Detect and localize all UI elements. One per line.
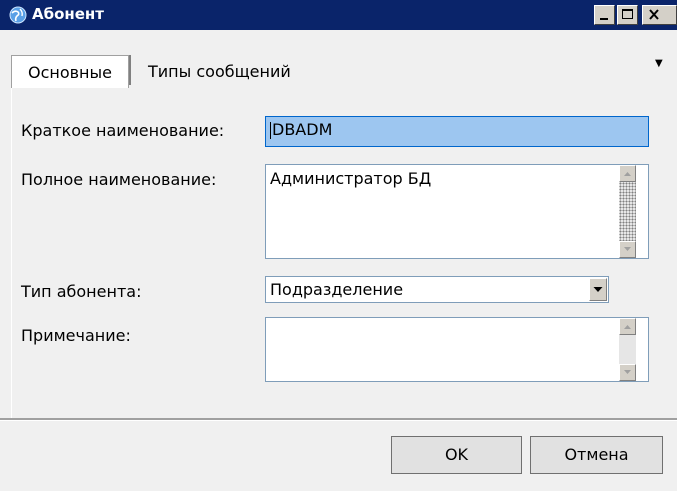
maximize-button[interactable] [617, 5, 638, 25]
short-name-label: Краткое наименование: [21, 121, 225, 140]
scroll-track[interactable] [619, 335, 636, 364]
short-name-value: DBADM [272, 120, 333, 139]
dialog-window: Абонент Основные Типы сообщений ▼ Кратко… [0, 0, 677, 491]
text-caret [270, 122, 271, 139]
short-name-input[interactable]: DBADM [265, 116, 649, 147]
arrow-down-icon [624, 247, 631, 251]
tab-general[interactable]: Основные [11, 55, 129, 88]
close-icon [649, 9, 659, 20]
title-bar[interactable]: Абонент [0, 0, 677, 30]
minimize-button[interactable] [594, 5, 615, 25]
scroll-up-button[interactable] [619, 318, 636, 335]
subscriber-type-value: Подразделение [270, 280, 404, 299]
ok-button[interactable]: OK [391, 436, 522, 474]
maximize-icon [622, 9, 633, 19]
note-textarea[interactable] [265, 317, 649, 382]
full-name-textarea[interactable]: Администратор БД [265, 164, 649, 259]
close-button[interactable] [642, 5, 677, 25]
cancel-button[interactable]: Отмена [530, 436, 663, 474]
arrow-up-icon [624, 172, 631, 176]
scroll-up-button[interactable] [619, 165, 636, 182]
scroll-down-button[interactable] [619, 364, 636, 381]
subscriber-type-label: Тип абонента: [21, 282, 142, 301]
arrow-up-icon [624, 325, 631, 329]
scroll-down-button[interactable] [619, 241, 636, 258]
full-name-scrollbar[interactable] [619, 165, 636, 258]
arrow-down-icon [624, 370, 631, 374]
scroll-track[interactable] [619, 182, 636, 241]
tab-message-types[interactable]: Типы сообщений [138, 55, 291, 88]
globe-icon [9, 6, 27, 24]
tab-separator [129, 55, 131, 85]
chevron-down-icon [593, 287, 603, 292]
note-scrollbar[interactable] [619, 318, 636, 381]
window-title: Абонент [32, 5, 104, 23]
minimize-icon [600, 18, 608, 20]
note-label: Примечание: [21, 326, 131, 345]
tab-scroll-arrow-icon[interactable]: ▼ [655, 58, 663, 69]
full-name-label: Полное наименование: [21, 170, 217, 189]
subscriber-type-select[interactable]: Подразделение [265, 276, 609, 303]
full-name-value: Администратор БД [270, 169, 432, 188]
dropdown-button[interactable] [589, 278, 607, 301]
